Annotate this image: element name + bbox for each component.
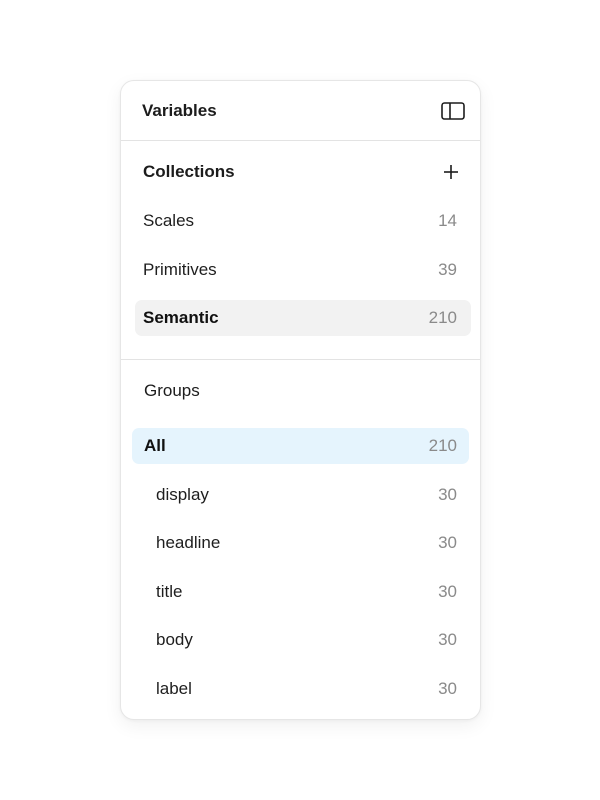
group-count: 30 [438, 630, 457, 649]
groups-title: Groups [144, 381, 200, 400]
group-item-all[interactable]: All 210 [132, 428, 469, 464]
add-collection-button[interactable] [438, 159, 464, 185]
group-count: 210 [428, 436, 457, 455]
groups-section: Groups All 210 display 30 headline 30 ti… [121, 360, 480, 707]
collections-title: Collections [143, 162, 235, 181]
collections-header: Collections [121, 141, 480, 203]
group-label: display [156, 484, 209, 504]
groups-header: Groups [121, 360, 480, 422]
group-label: label [156, 678, 192, 698]
collection-count: 210 [428, 308, 457, 327]
collections-section: Collections Scales 14 Primitives 39 Sema… [121, 141, 480, 360]
group-item-headline[interactable]: headline 30 [132, 525, 469, 561]
group-count: 30 [438, 678, 457, 698]
collection-item-semantic[interactable]: Semantic 210 [135, 300, 471, 336]
group-label: All [144, 436, 166, 455]
panel-title: Variables [142, 100, 217, 120]
group-item-display[interactable]: display 30 [132, 477, 469, 513]
group-count: 30 [438, 533, 457, 552]
collection-label: Primitives [143, 259, 217, 279]
collection-item-primitives[interactable]: Primitives 39 [135, 252, 471, 288]
plus-icon [444, 165, 458, 179]
groups-list: All 210 display 30 headline 30 title 30 … [121, 422, 480, 707]
group-count: 30 [438, 484, 457, 504]
collection-label: Scales [143, 211, 195, 230]
group-count: 30 [438, 581, 457, 601]
group-item-title[interactable]: title 30 [132, 574, 469, 610]
collection-count: 14 [438, 211, 457, 230]
collection-label: Semantic [143, 308, 219, 327]
variables-panel: Variables Collections Scales 14 Primitiv… [120, 80, 481, 720]
collection-count: 39 [438, 259, 457, 279]
collections-list: Scales 14 Primitives 39 Semantic 210 [121, 203, 480, 336]
group-label: title [156, 581, 183, 601]
group-item-label[interactable]: label 30 [132, 671, 469, 707]
group-item-body[interactable]: body 30 [132, 622, 469, 658]
panel-header: Variables [121, 81, 480, 141]
group-label: body [156, 630, 193, 649]
group-label: headline [156, 533, 221, 552]
collection-item-scales[interactable]: Scales 14 [135, 203, 471, 239]
sidebar-toggle-icon[interactable] [440, 98, 466, 124]
